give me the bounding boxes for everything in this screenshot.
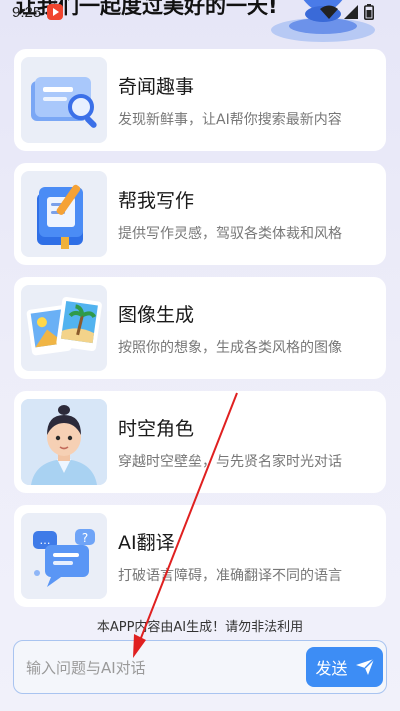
card-title: 帮我写作: [118, 189, 195, 212]
svg-text:?: ?: [82, 531, 88, 545]
card-desc: 提供写作灵感，驾驭各类体裁和风格: [118, 225, 342, 242]
chat-input[interactable]: [26, 655, 296, 681]
feature-card-image[interactable]: 图像生成 按照你的想象，生成各类风格的图像: [14, 277, 386, 379]
card-desc: 发现新鲜事，让AI帮你搜索最新内容: [118, 111, 342, 128]
card-desc: 穿越时空壁垒，与先贤名家时光对话: [118, 453, 342, 470]
image-gallery-icon: [21, 285, 107, 371]
card-title: 奇闻趣事: [118, 75, 195, 98]
card-title: 时空角色: [118, 417, 195, 440]
chat-input-bar: 发送: [13, 640, 387, 694]
feature-card-news[interactable]: 奇闻趣事 发现新鲜事，让AI帮你搜索最新内容: [14, 49, 386, 151]
card-title: AI翻译: [118, 531, 175, 554]
card-desc: 打破语言障碍，准确翻译不同的语言: [118, 567, 342, 584]
svg-text:…: …: [40, 534, 51, 547]
card-desc: 按照你的想象，生成各类风格的图像: [118, 339, 342, 356]
status-time: 9:25: [12, 3, 42, 21]
feature-card-role[interactable]: 时空角色 穿越时空壁垒，与先贤名家时光对话: [14, 391, 386, 493]
signal-icon: [344, 5, 358, 19]
writing-book-icon: [21, 171, 107, 257]
status-bar: 9:25: [0, 0, 400, 24]
search-document-icon: [21, 57, 107, 143]
character-avatar-icon: [21, 399, 107, 485]
feature-card-translate[interactable]: … ? AI翻译 打破语言障碍，准确翻译不同的语言: [14, 505, 386, 607]
send-button[interactable]: 发送: [306, 647, 383, 687]
app-notification-icon: [47, 4, 64, 20]
send-label: 发送: [315, 659, 348, 678]
status-icons: [320, 4, 374, 20]
chat-bubbles-icon: … ?: [21, 513, 107, 599]
send-icon: [355, 659, 374, 675]
feature-card-writing[interactable]: 帮我写作 提供写作灵感，驾驭各类体裁和风格: [14, 163, 386, 265]
wifi-icon: [320, 5, 338, 19]
card-title: 图像生成: [118, 303, 195, 326]
ai-disclaimer: 本APP内容由AI生成！请勿非法利用: [96, 620, 304, 635]
battery-icon: [364, 4, 374, 20]
